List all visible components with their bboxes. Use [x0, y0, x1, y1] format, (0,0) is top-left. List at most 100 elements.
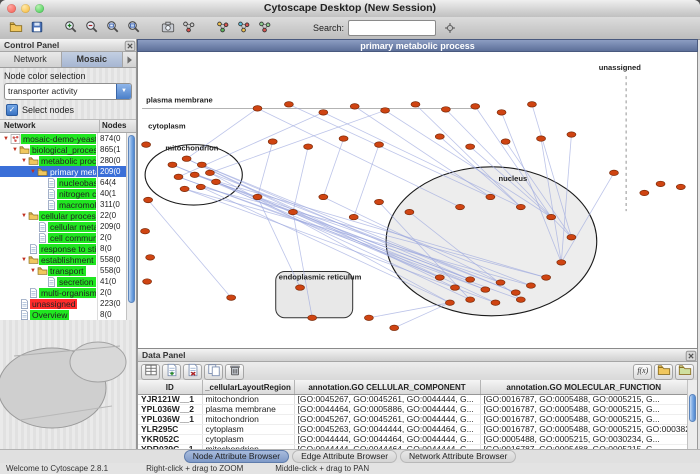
save-session-button[interactable] [27, 19, 47, 38]
network-overview-thumbnail[interactable] [0, 310, 136, 450]
select-first-neighbors-button[interactable] [213, 19, 233, 38]
tree-item-unassigned[interactable]: unassigned223(0 [0, 298, 136, 309]
open-session-button[interactable] [6, 19, 26, 38]
network-edge[interactable] [323, 139, 343, 197]
clear-attribute-button[interactable] [225, 364, 244, 380]
network-node[interactable] [296, 285, 305, 290]
formula-builder-button[interactable]: f(x) [633, 364, 652, 380]
tab-edge-attribute-browser[interactable]: Edge Attribute Browser [292, 450, 397, 463]
cell[interactable]: YLR295C [138, 425, 202, 435]
network-node[interactable] [491, 300, 500, 305]
network-node[interactable] [567, 132, 576, 137]
search-input[interactable]: ▼ [348, 20, 436, 36]
tree-item-cellular-process[interactable]: ▼cellular process22(0 [0, 210, 136, 221]
tree-item-cell-communicati[interactable]: cell communicati2(0 [0, 232, 136, 243]
network-node[interactable] [349, 214, 358, 219]
cell[interactable]: [GO:0044464, GO:0005886, GO:0044444, G..… [294, 405, 480, 415]
network-node[interactable] [481, 287, 490, 292]
network-node[interactable] [466, 144, 475, 149]
minimize-window-button[interactable] [21, 4, 30, 13]
cell[interactable]: [GO:0045263, GO:0044444, GO:0044464, G..… [294, 425, 480, 435]
network-node[interactable] [435, 275, 444, 280]
network-node[interactable] [364, 315, 373, 320]
dropdown-arrow-icon[interactable]: ▼ [116, 84, 131, 99]
network-node[interactable] [288, 209, 297, 214]
tree-item-transport[interactable]: ▼transport558(0 [0, 265, 136, 276]
cell[interactable]: YJR121W__1 [138, 395, 202, 405]
tab-network-attribute-browser[interactable]: Network Attribute Browser [400, 450, 516, 463]
network-node[interactable] [526, 283, 535, 288]
network-node[interactable] [640, 190, 649, 195]
network-node[interactable] [268, 139, 277, 144]
network-node[interactable] [196, 184, 205, 189]
network-node[interactable] [146, 255, 155, 260]
network-node[interactable] [180, 186, 189, 191]
network-node[interactable] [390, 325, 399, 330]
network-graph[interactable]: plasma membranecytoplasmmitochondrionnuc… [138, 52, 697, 348]
tree-item-mosaic-demo-yeast[interactable]: ▼mosaic-demo-yeast874(0 [0, 133, 136, 144]
network-overview[interactable] [0, 310, 136, 450]
network-node[interactable] [253, 106, 262, 111]
network-node[interactable] [405, 209, 414, 214]
table-row-yjr121w-1[interactable]: YJR121W__1mitochondrion[GO:0045267, GO:0… [138, 395, 688, 405]
column-header-cellularlayoutregion[interactable]: _cellularLayoutRegion [202, 380, 294, 395]
expander-icon[interactable]: ▼ [20, 158, 28, 164]
table-row-ykr052c[interactable]: YKR052Ccytoplasm[GO:0044444, GO:0044464,… [138, 435, 688, 445]
network-node[interactable] [466, 297, 475, 302]
import-attributes-button[interactable] [654, 364, 673, 380]
network-node[interactable] [381, 108, 390, 113]
cell[interactable]: mitochondrion [202, 395, 294, 405]
network-node[interactable] [516, 204, 525, 209]
cell[interactable]: YPL036W__1 [138, 415, 202, 425]
network-node[interactable] [141, 228, 150, 233]
network-node[interactable] [308, 315, 317, 320]
tree-scrollbar[interactable] [126, 133, 136, 320]
network-node[interactable] [319, 110, 328, 115]
network-canvas[interactable]: plasma membranecytoplasmmitochondrionnuc… [137, 52, 698, 349]
zoom-window-button[interactable] [35, 4, 44, 13]
network-node[interactable] [227, 295, 236, 300]
cell[interactable]: [GO:0005488, GO:0005215, GO:0030234, G..… [480, 435, 688, 445]
table-row-ypl036w-2[interactable]: YPL036W__2plasma membrane[GO:0044464, GO… [138, 405, 688, 415]
cell[interactable]: [GO:0016787, GO:0005488, GO:0005215, G..… [480, 405, 688, 415]
tree-item-secretion[interactable]: secretion41(0 [0, 276, 136, 287]
network-node[interactable] [486, 194, 495, 199]
delete-attribute-button[interactable] [183, 364, 202, 380]
cell[interactable]: [GO:0016787, GO:0005488, GO:0005215, GO:… [480, 425, 688, 435]
expander-icon[interactable]: ▼ [2, 136, 10, 142]
tree-scrollbar-thumb[interactable] [128, 135, 135, 303]
tree-item-response-to-stimul[interactable]: response to stimul8(0 [0, 243, 136, 254]
control-panel-close-button[interactable] [123, 39, 135, 51]
network-node[interactable] [375, 199, 384, 204]
column-header-annotation-go-molecular-function[interactable]: annotation.GO MOLECULAR_FUNCTION [480, 380, 688, 395]
network-node[interactable] [496, 280, 505, 285]
zoom-out-button[interactable] [82, 19, 102, 38]
table-scrollbar-thumb[interactable] [689, 394, 696, 422]
tree-item-biological-process[interactable]: ▼biological_process865(1 [0, 144, 136, 155]
network-node[interactable] [445, 300, 454, 305]
network-node[interactable] [168, 162, 177, 167]
network-node[interactable] [471, 104, 480, 109]
snapshot-button[interactable] [158, 19, 178, 38]
tab-node-attribute-browser[interactable]: Node Attribute Browser [184, 450, 289, 463]
network-node[interactable] [501, 139, 510, 144]
copy-attribute-button[interactable] [204, 364, 223, 380]
close-window-button[interactable] [7, 4, 16, 13]
network-node[interactable] [142, 142, 151, 147]
tree-item-metabolic-process[interactable]: ▼metabolic process280(0 [0, 155, 136, 166]
cell[interactable]: [GO:0045267, GO:0045261, GO:0044444, G..… [294, 415, 480, 425]
tree-item-nucleobase[interactable]: nucleobase64(4 [0, 177, 136, 188]
expander-icon[interactable]: ▼ [20, 213, 28, 219]
tree-item-primary-metab[interactable]: ▼primary metab209(0 [0, 166, 136, 177]
network-edge[interactable] [289, 104, 491, 197]
network-node[interactable] [441, 107, 450, 112]
cell[interactable]: YPL036W__2 [138, 405, 202, 415]
cell[interactable]: plasma membrane [202, 405, 294, 415]
zoom-selected-button[interactable] [103, 19, 123, 38]
tree-item-cellular-metabo[interactable]: cellular metabo209(0 [0, 221, 136, 232]
expander-icon[interactable]: ▼ [29, 268, 37, 274]
network-node[interactable] [537, 136, 546, 141]
cell[interactable]: [GO:0045267, GO:0045261, GO:0044444, G..… [294, 395, 480, 405]
table-row-ypl036w-1[interactable]: YPL036W__1mitochondrion[GO:0045267, GO:0… [138, 415, 688, 425]
cell[interactable]: cytoplasm [202, 435, 294, 445]
